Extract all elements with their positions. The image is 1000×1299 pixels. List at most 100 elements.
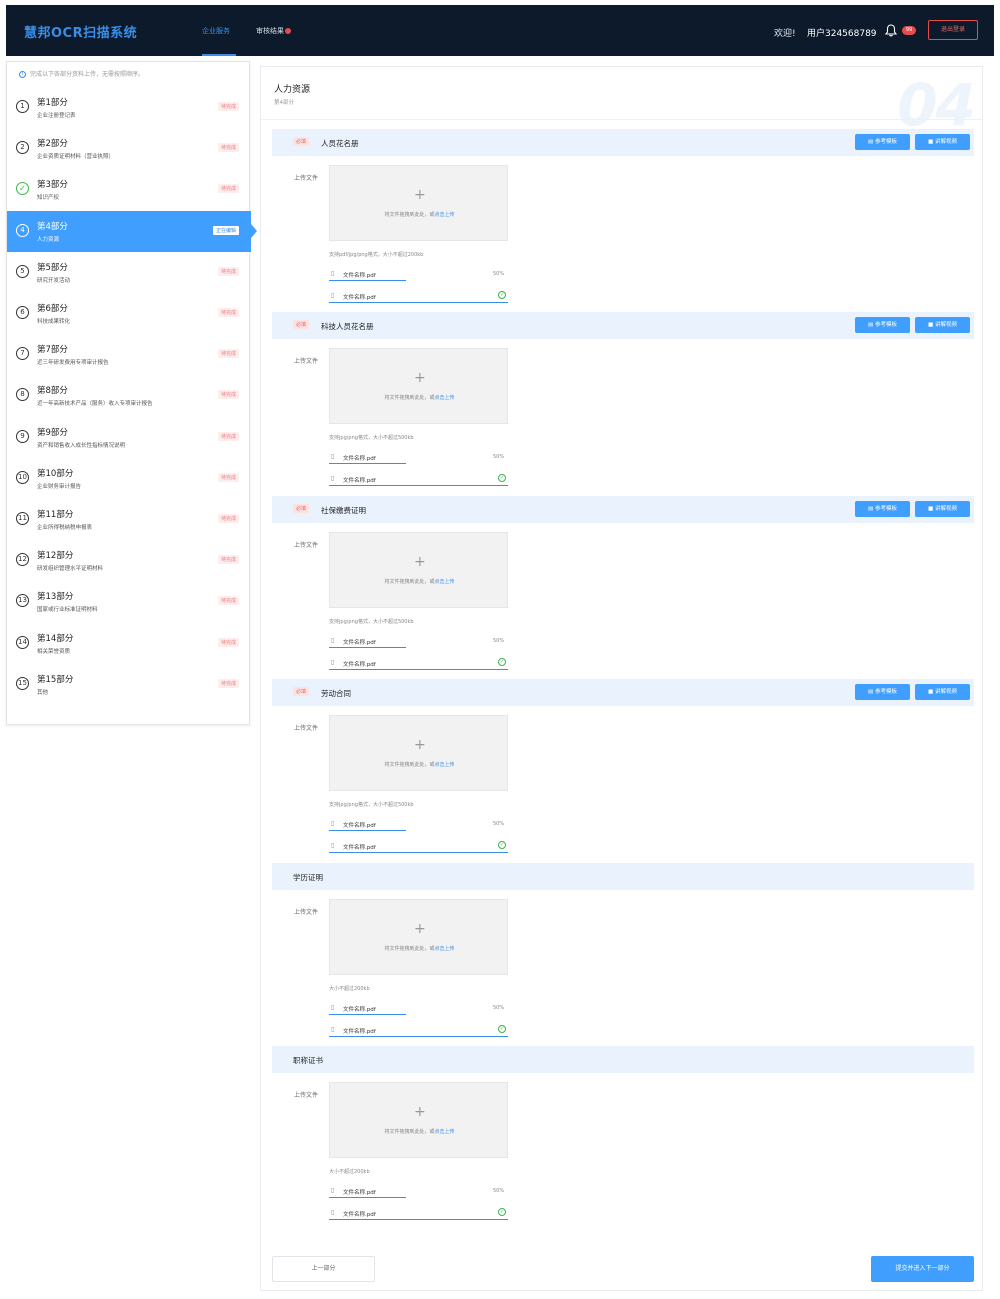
sidebar-step-10[interactable]: 10 第10部分 企业财务审计报告 待完成: [7, 458, 251, 499]
click-upload-link[interactable]: 点击上传: [435, 946, 455, 952]
sidebar-step-12[interactable]: 12 第12部分 研发组织管理水平证明材料 待完成: [7, 540, 251, 581]
plus-icon: +: [414, 1104, 426, 1120]
drop-instruction: 将文件拖拽到此处，或: [384, 579, 435, 585]
file-item-complete[interactable]: ▯ 文件名称.pdf ✓: [329, 1025, 508, 1037]
file-item-complete[interactable]: ▯ 文件名称.pdf ✓: [329, 474, 508, 486]
plus-icon: +: [414, 187, 426, 203]
step-title: 第7部分: [37, 345, 68, 356]
doc-icon: ▤: [868, 689, 875, 695]
section-title: 社保缴费证明: [321, 506, 366, 515]
sidebar-step-3[interactable]: ✓ 第3部分 知识产权 待完成: [7, 169, 251, 210]
upload-progress: 50%: [493, 821, 505, 827]
drop-instruction: 将文件拖拽到此处，或: [384, 762, 435, 768]
upload-dropzone[interactable]: + 将文件拖拽到此处，或点击上传: [329, 715, 508, 791]
file-item-uploading[interactable]: ▯ 文件名称.pdf 50%: [329, 819, 508, 831]
upload-hint: 支持jpg/png格式，大小不超过500kb: [329, 435, 414, 441]
username[interactable]: 用户324568789: [807, 26, 877, 39]
file-item-complete[interactable]: ▯ 文件名称.pdf ✓: [329, 291, 508, 303]
sidebar-step-8[interactable]: 8 第8部分 近一年高新技术产品（服务）收入专项审计报告 待完成: [7, 375, 251, 416]
sidebar-step-11[interactable]: 11 第11部分 企业所得税纳税申报表 待完成: [7, 499, 251, 540]
sidebar-step-4[interactable]: 4 第4部分 人力资源 正在编辑: [7, 210, 257, 252]
logout-button[interactable]: 退出登录: [928, 20, 978, 40]
progress-bar: [329, 1219, 508, 1220]
file-icon: ▯: [331, 637, 335, 644]
file-name: 文件名称.pdf: [343, 456, 376, 462]
sidebar-tip: i 完成以下各部分资料上传，无需按照顺序。: [19, 69, 144, 78]
upload-dropzone[interactable]: + 将文件拖拽到此处，或点击上传: [329, 899, 508, 975]
step-status-badge: 待完成: [217, 514, 239, 523]
file-item-complete[interactable]: ▯ 文件名称.pdf ✓: [329, 658, 508, 670]
upload-dropzone[interactable]: + 将文件拖拽到此处，或点击上传: [329, 165, 508, 241]
sidebar-step-6[interactable]: 6 第6部分 科技成果转化 待完成: [7, 293, 251, 334]
click-upload-link[interactable]: 点击上传: [435, 395, 455, 401]
submit-next-button[interactable]: 提交并进入下一部分: [871, 1256, 974, 1282]
step-number: 10: [16, 470, 29, 484]
file-item-complete[interactable]: ▯ 文件名称.pdf ✓: [329, 1208, 508, 1220]
drop-instruction: 将文件拖拽到此处，或: [384, 946, 435, 952]
step-title: 第13部分: [37, 592, 74, 603]
video-button[interactable]: ■ 讲解视频: [915, 134, 970, 150]
upload-dropzone[interactable]: + 将文件拖拽到此处，或点击上传: [329, 1082, 508, 1158]
steps-sidebar: i 完成以下各部分资料上传，无需按照顺序。 1 第1部分 企业注册登记表 待完成 2 第2部…: [6, 61, 257, 725]
sidebar-step-7[interactable]: 7 第7部分 近三年研发费用专项审计报告 待完成: [7, 334, 251, 375]
video-button[interactable]: ■ 讲解视频: [915, 684, 970, 700]
file-item-uploading[interactable]: ▯ 文件名称.pdf 50%: [329, 269, 508, 281]
step-number: 12: [16, 553, 29, 567]
file-item-uploading[interactable]: ▯ 文件名称.pdf 50%: [329, 1003, 508, 1015]
step-status-badge: 待完成: [217, 266, 239, 276]
sidebar-step-9[interactable]: 9 第9部分 资产和销售收入成长性指标情况说明 待完成: [7, 417, 251, 458]
sidebar-step-15[interactable]: 15 第15部分 其他 待完成: [7, 664, 251, 705]
section-header: 必填 劳动合同 ▤ 参考模板 ■ 讲解视频: [272, 679, 974, 706]
step-number: 4: [16, 223, 29, 237]
video-button-label: 讲解视频: [934, 689, 957, 695]
upload-progress: 50%: [493, 1005, 505, 1011]
dropzone-text: 将文件拖拽到此处，或点击上传: [330, 211, 509, 218]
bell-icon[interactable]: [885, 24, 897, 37]
sidebar-step-2[interactable]: 2 第2部分 企业资质证明材料（营业执照） 待完成: [7, 128, 251, 169]
dropzone-text: 将文件拖拽到此处，或点击上传: [330, 578, 509, 585]
upload-dropzone[interactable]: + 将文件拖拽到此处，或点击上传: [329, 348, 508, 424]
progress-bar: [329, 647, 406, 648]
doc-icon: ▤: [868, 139, 875, 145]
video-icon: ■: [928, 322, 935, 328]
step-title: 第14部分: [37, 633, 74, 644]
dropzone-text: 将文件拖拽到此处，或点击上传: [330, 394, 509, 401]
video-button[interactable]: ■ 讲解视频: [915, 317, 970, 333]
file-item-uploading[interactable]: ▯ 文件名称.pdf 50%: [329, 636, 508, 648]
template-button[interactable]: ▤ 参考模板: [855, 317, 910, 333]
file-item-uploading[interactable]: ▯ 文件名称.pdf 50%: [329, 452, 508, 464]
sidebar-step-5[interactable]: 5 第5部分 研究开发活动 待完成: [7, 252, 251, 293]
upload-hint: 大小不超过200kb: [329, 1169, 370, 1175]
template-button[interactable]: ▤ 参考模板: [855, 684, 910, 700]
click-upload-link[interactable]: 点击上传: [435, 579, 455, 585]
step-title: 第5部分: [37, 262, 68, 273]
section-title: 职称证书: [293, 1056, 323, 1065]
template-button[interactable]: ▤ 参考模板: [855, 134, 910, 150]
step-number: 15: [16, 676, 29, 690]
video-button-label: 讲解视频: [934, 139, 957, 145]
nav-review-results[interactable]: 审核结果: [256, 26, 291, 36]
notification-badge: 99: [902, 26, 916, 35]
main-panel: 04 人力资源 第4部分 必填 人员花名册 ▤ 参考模板 ■ 讲解视频 上传文件 + 将文件…: [260, 66, 983, 1291]
template-button[interactable]: ▤ 参考模板: [855, 501, 910, 517]
sidebar-step-13[interactable]: 13 第13部分 国家或行业标准证明材料 待完成: [7, 581, 251, 622]
video-button-label: 讲解视频: [934, 322, 957, 328]
drop-instruction: 将文件拖拽到此处，或: [384, 1129, 435, 1135]
nav-enterprise-service[interactable]: 企业服务: [202, 26, 230, 36]
file-item-complete[interactable]: ▯ 文件名称.pdf ✓: [329, 841, 508, 853]
prev-part-button[interactable]: 上一部分: [272, 1256, 375, 1282]
upload-dropzone[interactable]: + 将文件拖拽到此处，或点击上传: [329, 532, 508, 608]
sidebar-step-14[interactable]: 14 第14部分 相关荣誉资质 待完成: [7, 623, 251, 664]
sidebar-step-1[interactable]: 1 第1部分 企业注册登记表 待完成: [7, 87, 251, 128]
file-item-uploading[interactable]: ▯ 文件名称.pdf 50%: [329, 1186, 508, 1198]
page-title: 人力资源: [274, 85, 311, 95]
click-upload-link[interactable]: 点击上传: [435, 762, 455, 768]
file-icon: ▯: [331, 292, 335, 299]
video-button[interactable]: ■ 讲解视频: [915, 501, 970, 517]
upload-progress: 50%: [493, 271, 505, 277]
step-status-badge: 待完成: [217, 184, 239, 194]
click-upload-link[interactable]: 点击上传: [435, 212, 455, 218]
drop-instruction: 将文件拖拽到此处，或: [384, 212, 435, 218]
click-upload-link[interactable]: 点击上传: [435, 1129, 455, 1135]
video-icon: ■: [928, 139, 935, 145]
